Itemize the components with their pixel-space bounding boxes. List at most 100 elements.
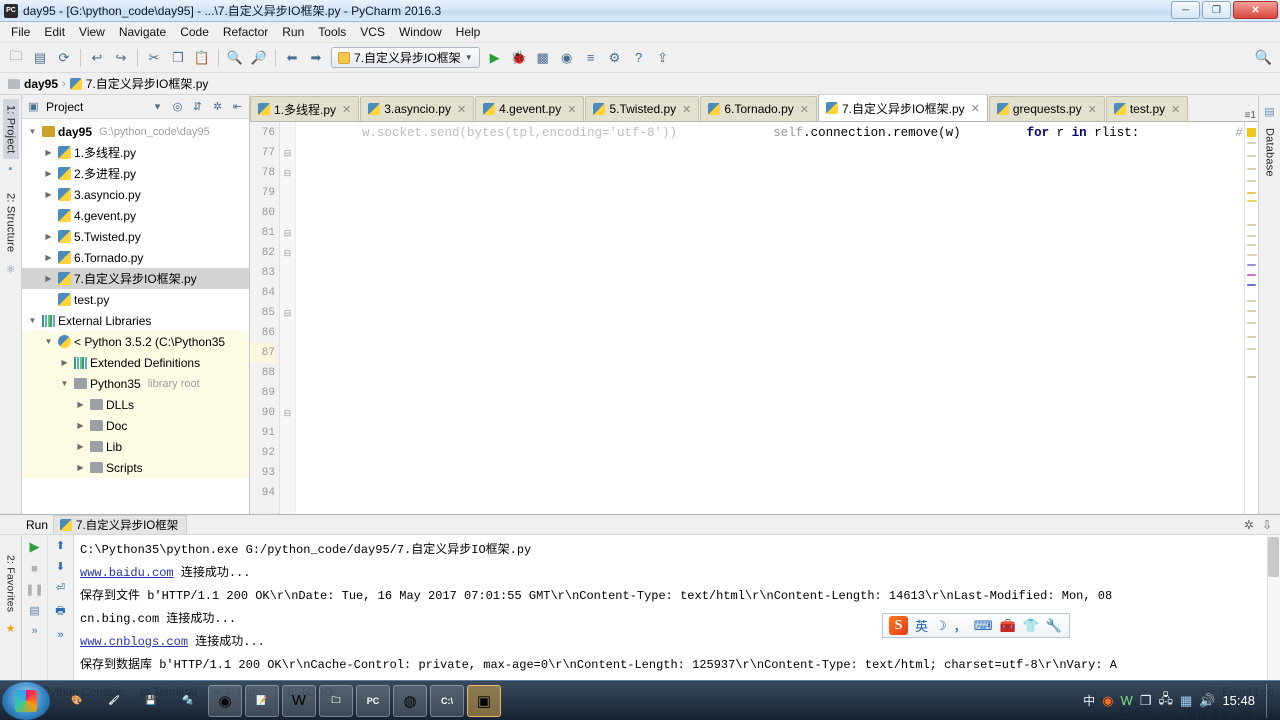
error-stripe-mark[interactable] [1247,192,1256,194]
forward-icon[interactable]: ➡ [304,46,328,70]
fold-marker[interactable] [280,123,295,143]
deploy-icon[interactable]: ⇪ [651,46,675,70]
taskbar-notepad-icon[interactable]: 📝 [245,685,279,717]
print-icon[interactable]: 🖶 [55,602,65,621]
error-stripe-mark[interactable] [1247,310,1256,312]
run-tab-config[interactable]: 7.自定义异步IO框架 [53,515,187,534]
tree-item[interactable]: ▶5.Twisted.py [22,226,249,247]
replace-icon[interactable]: 🔎 [247,46,271,70]
fold-marker[interactable] [280,363,295,383]
sidebar-item-structure[interactable]: 2: Structure [3,187,19,258]
menu-item-tools[interactable]: Tools [311,23,353,41]
editor-tab[interactable]: 7.自定义异步IO框架.py✕ [818,95,988,121]
fold-marker[interactable] [280,383,295,403]
run-configuration-selector[interactable]: 7.自定义异步IO框架 ▼ [331,47,480,68]
tray-volume-icon[interactable]: 🔊 [1199,693,1215,709]
debug-icon[interactable]: 🐞 [507,46,531,70]
hide-panel-icon[interactable]: ⇩ [1262,518,1272,532]
tree-item[interactable]: test.py [22,289,249,310]
error-stripe-mark[interactable] [1247,274,1256,276]
undo-icon[interactable]: ↩ [85,46,109,70]
close-icon[interactable]: ✕ [457,103,466,116]
skin-icon[interactable]: 👕 [1023,618,1039,634]
error-stripe-mark[interactable] [1247,264,1256,266]
menu-item-view[interactable]: View [72,23,112,41]
search-everywhere-icon[interactable]: 🔍 [1255,49,1272,66]
editor-tab[interactable]: 1.多线程.py✕ [250,96,359,121]
chevron-right-icon[interactable]: ▶ [42,148,55,157]
console-scrollbar[interactable] [1267,535,1280,681]
taskbar-cmd-icon[interactable]: C:\ [430,685,464,717]
copy-icon[interactable]: ❐ [166,46,190,70]
close-icon[interactable]: ✕ [342,103,351,116]
scroll-down-icon[interactable]: ⬇ [56,560,65,573]
fold-marker[interactable] [280,443,295,463]
console-scrollbar-thumb[interactable] [1268,537,1279,577]
rerun-icon[interactable]: ▶ [30,539,40,555]
close-icon[interactable]: ✕ [1171,103,1180,116]
chevron-right-icon[interactable]: ▶ [74,442,87,451]
error-stripe-mark[interactable] [1247,322,1256,324]
chevron-right-icon[interactable]: ▶ [58,358,71,367]
restore-layout-icon[interactable]: ▤ [29,604,39,617]
taskbar-paint-icon[interactable]: 🎨 [60,685,94,717]
target-icon[interactable]: ◎ [170,100,185,113]
editor-tab[interactable]: 3.asyncio.py✕ [360,96,474,121]
breadcrumb-item-project[interactable]: day95 [8,77,58,91]
fold-marker[interactable] [280,323,295,343]
fold-marker[interactable] [280,283,295,303]
error-stripe-mark[interactable] [1247,142,1256,144]
code-editor[interactable]: 76777879808182838485868788899091929394 ⊟… [250,122,1258,514]
fold-marker[interactable] [280,423,295,443]
fold-marker[interactable] [280,203,295,223]
moon-icon[interactable]: ☽ [935,618,947,634]
close-button[interactable]: ✕ [1233,1,1278,19]
chevron-down-icon[interactable]: ▾ [150,100,165,113]
close-icon[interactable]: ✕ [971,102,980,115]
close-icon[interactable]: ✕ [682,103,691,116]
hide-icon[interactable]: ⇤ [230,100,245,113]
soft-wrap-icon[interactable]: ⏎ [56,581,65,594]
pause-icon[interactable]: ❚❚ [25,583,43,596]
attach-icon[interactable]: ≡ [579,46,603,70]
error-stripe-mark[interactable] [1247,180,1256,182]
editor-tab[interactable]: grequests.py✕ [989,96,1105,121]
sidebar-item-favorites[interactable]: 2: Favorites [3,549,19,618]
editor-tab[interactable]: test.py✕ [1106,96,1189,121]
chevron-right-icon[interactable]: ▶ [74,463,87,472]
error-stripe-mark[interactable] [1247,254,1257,256]
more-icon[interactable]: » [31,625,37,637]
fold-marker[interactable]: ⊟ [280,223,295,243]
editor-tab[interactable]: 5.Twisted.py✕ [585,96,699,121]
toolbox-icon[interactable]: 🧰 [999,618,1015,634]
menu-item-code[interactable]: Code [173,23,216,41]
show-desktop-button[interactable] [1266,684,1276,718]
more-icon[interactable]: » [57,629,63,641]
editor-tabs-overflow[interactable]: ≡1 [1245,110,1258,121]
tray-ime-label[interactable]: 中 [1083,692,1095,709]
error-stripe-mark[interactable] [1247,348,1256,350]
tray-sogou-icon[interactable]: ◉ [1102,693,1113,709]
fold-marker[interactable]: ⊟ [280,303,295,323]
menu-item-file[interactable]: File [4,23,37,41]
tree-item[interactable]: ▶Scripts [22,457,249,478]
tree-item[interactable]: ▶DLLs [22,394,249,415]
tree-item[interactable]: ▼< Python 3.5.2 (C:\Python35 [22,331,249,352]
gear-icon[interactable]: ✲ [210,100,225,113]
start-button[interactable] [2,682,50,720]
fold-marker[interactable]: ⊟ [280,403,295,423]
menu-item-vcs[interactable]: VCS [353,23,392,41]
close-icon[interactable]: ✕ [800,103,809,116]
tree-item[interactable]: ▼External Libraries [22,310,249,331]
error-stripe-mark[interactable] [1247,155,1256,157]
back-icon[interactable]: ⬅ [280,46,304,70]
chevron-right-icon[interactable]: ▶ [42,190,55,199]
english-mode-icon[interactable]: 英 [915,616,928,635]
sidebar-item-project[interactable]: 1: Project [3,99,19,159]
error-stripe-mark[interactable] [1247,336,1256,338]
taskbar-colorpicker-icon[interactable]: 🖌 [97,685,131,717]
code-content[interactable]: w.socket.send(bytes(tpl,encoding='utf-8'… [296,122,1244,514]
editor-tab[interactable]: 4.gevent.py✕ [475,96,584,121]
taskbar-active-window-icon[interactable]: ▣ [467,685,501,717]
sync-icon[interactable]: ⟳ [52,46,76,70]
